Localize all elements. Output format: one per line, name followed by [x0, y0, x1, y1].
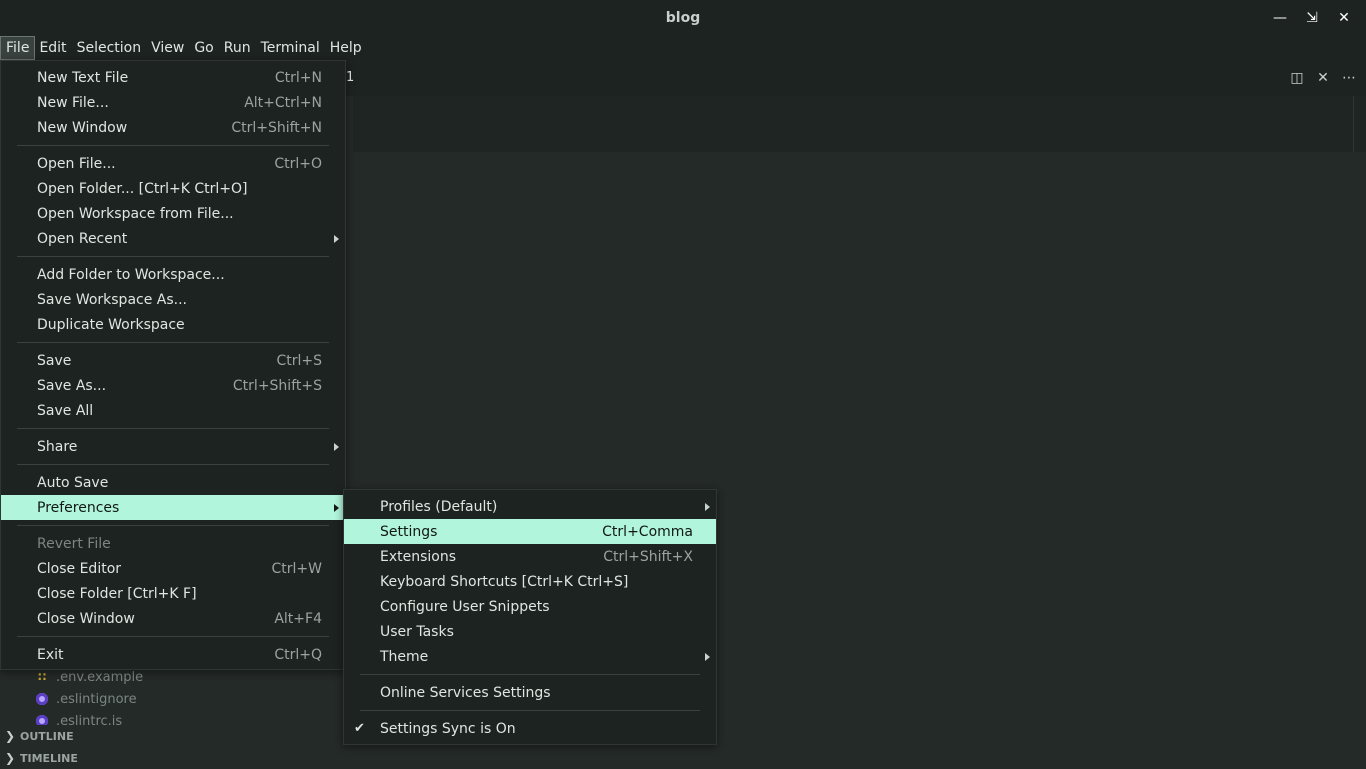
menu-separator	[17, 256, 329, 257]
menu-item-new-text-file[interactable]: New Text File Ctrl+N	[1, 65, 345, 90]
close-editor-icon[interactable]: ✕	[1316, 70, 1330, 86]
more-actions-icon[interactable]: ⋯	[1342, 70, 1356, 86]
menu-separator	[17, 636, 329, 637]
menu-item-configure-snippets[interactable]: Configure User Snippets	[344, 594, 716, 619]
menu-item-open-workspace[interactable]: Open Workspace from File...	[1, 201, 345, 226]
menu-separator	[17, 145, 329, 146]
menu-separator	[17, 525, 329, 526]
submenu-arrow-icon	[334, 442, 339, 451]
menu-separator	[17, 342, 329, 343]
menu-item-auto-save[interactable]: Auto Save	[1, 470, 345, 495]
menu-file[interactable]: File	[0, 36, 36, 60]
menu-item-open-recent[interactable]: Open Recent	[1, 226, 345, 251]
menu-item-close-editor[interactable]: Close Editor Ctrl+W	[1, 556, 345, 581]
menu-separator	[360, 674, 700, 675]
submenu-arrow-icon	[705, 502, 710, 511]
settings-file-icon: ∷	[37, 670, 47, 684]
file-menu: New Text File Ctrl+N New File... Alt+Ctrl+…	[0, 60, 346, 670]
menu-item-save-all[interactable]: Save All	[1, 398, 345, 423]
eslint-icon	[36, 693, 48, 705]
menu-item-open-file[interactable]: Open File... Ctrl+O	[1, 151, 345, 176]
chevron-right-icon: ❯	[4, 729, 16, 743]
section-title: OUTLINE	[20, 729, 74, 743]
menu-terminal[interactable]: Terminal	[256, 37, 325, 59]
menu-help[interactable]: Help	[325, 37, 367, 59]
menu-separator	[360, 710, 700, 711]
preferences-submenu: Profiles (Default) Settings Ctrl+Comma Ex…	[343, 489, 717, 745]
window-controls: — ⇲ ✕	[1264, 0, 1360, 36]
menu-item-open-folder[interactable]: Open Folder... [Ctrl+K Ctrl+O]	[1, 176, 345, 201]
submenu-arrow-icon	[334, 234, 339, 243]
menu-item-theme[interactable]: Theme	[344, 644, 716, 669]
explorer-file-list: ∷ .env.example .eslintignore .eslintrc.j…	[0, 666, 346, 732]
outline-section[interactable]: ❯ OUTLINE	[0, 725, 346, 747]
menu-item-close-window[interactable]: Close Window Alt+F4	[1, 606, 345, 631]
window-title: blog	[665, 10, 701, 26]
submenu-arrow-icon	[705, 652, 710, 661]
checkmark-icon: ✔	[354, 721, 365, 736]
menu-item-revert-file: Revert File	[37, 535, 111, 552]
minimize-icon[interactable]: —	[1264, 0, 1296, 36]
menu-item-save[interactable]: Save Ctrl+S	[1, 348, 345, 373]
menu-go[interactable]: Go	[189, 37, 218, 59]
menu-item-settings-sync[interactable]: ✔ Settings Sync is On	[344, 716, 716, 741]
menu-item-share[interactable]: Share	[1, 434, 345, 459]
menu-separator	[17, 428, 329, 429]
editor-actions: ◫ ✕ ⋯	[1290, 60, 1356, 96]
menu-selection[interactable]: Selection	[72, 37, 147, 59]
section-title: TIMELINE	[20, 751, 78, 765]
title-bar: blog	[0, 0, 1366, 36]
editor-tab-bar: 1	[346, 60, 1366, 96]
file-item[interactable]: .eslintignore	[0, 688, 346, 710]
menu-item-keyboard-shortcuts[interactable]: Keyboard Shortcuts [Ctrl+K Ctrl+S]	[344, 569, 716, 594]
file-name: .eslintignore	[56, 691, 137, 707]
menu-item-exit[interactable]: Exit Ctrl+Q	[1, 642, 345, 667]
menu-item-save-workspace-as[interactable]: Save Workspace As...	[1, 287, 345, 312]
menu-item-new-window[interactable]: New Window Ctrl+Shift+N	[1, 115, 345, 140]
close-icon[interactable]: ✕	[1328, 0, 1360, 36]
menu-item-extensions[interactable]: Extensions Ctrl+Shift+X	[344, 544, 716, 569]
menu-view[interactable]: View	[146, 37, 189, 59]
menu-item-settings[interactable]: Settings Ctrl+Comma	[344, 519, 716, 544]
editor-scrollbar[interactable]	[1353, 96, 1366, 152]
menu-item-user-tasks[interactable]: User Tasks	[344, 619, 716, 644]
menu-item-profiles[interactable]: Profiles (Default)	[344, 494, 716, 519]
menu-item-preferences[interactable]: Preferences	[1, 495, 345, 520]
menu-run[interactable]: Run	[219, 37, 256, 59]
menu-item-close-folder[interactable]: Close Folder [Ctrl+K F]	[1, 581, 345, 606]
editor-tab[interactable]: 1	[346, 70, 354, 85]
timeline-section[interactable]: ❯ TIMELINE	[0, 747, 346, 769]
editor-content[interactable]	[353, 96, 1353, 152]
menu-edit[interactable]: Edit	[34, 37, 71, 59]
file-name: .env.example	[56, 669, 144, 685]
chevron-right-icon: ❯	[4, 751, 16, 765]
menu-item-new-file[interactable]: New File... Alt+Ctrl+N	[1, 90, 345, 115]
menu-item-online-services[interactable]: Online Services Settings	[344, 680, 716, 705]
menu-bar: File Edit Selection View Go Run Terminal…	[0, 36, 1366, 60]
menu-separator	[17, 464, 329, 465]
menu-item-save-as[interactable]: Save As... Ctrl+Shift+S	[1, 373, 345, 398]
restore-icon[interactable]: ⇲	[1296, 0, 1328, 36]
menu-item-duplicate-workspace[interactable]: Duplicate Workspace	[1, 312, 345, 337]
menu-item-add-folder[interactable]: Add Folder to Workspace...	[1, 262, 345, 287]
split-editor-icon[interactable]: ◫	[1290, 70, 1304, 86]
submenu-arrow-icon	[334, 503, 339, 512]
